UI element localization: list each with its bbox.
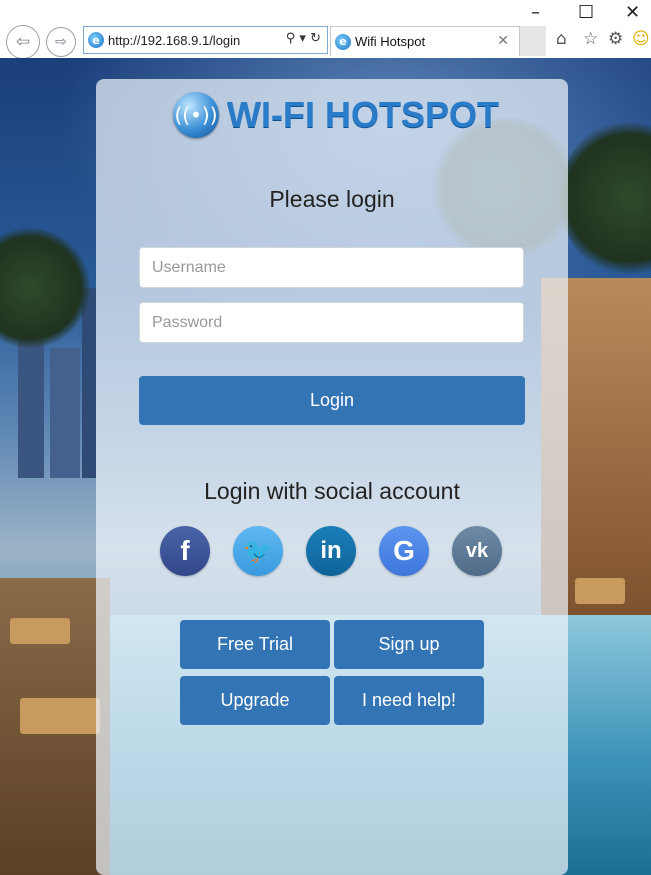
page-title: Please login: [269, 186, 395, 212]
username-input[interactable]: [139, 247, 524, 288]
logo-text: WI-FI HOTSPOT: [227, 94, 499, 135]
new-tab-button[interactable]: [520, 26, 546, 56]
vk-icon[interactable]: vk: [452, 526, 502, 576]
social-login-heading: Login with social account: [204, 478, 460, 504]
logo: ((•)) WI-FI HOTSPOT: [173, 87, 499, 143]
linkedin-icon[interactable]: in: [306, 526, 356, 576]
gear-icon[interactable]: ⚙: [608, 29, 623, 49]
forward-arrow-icon[interactable]: ⇨: [46, 27, 76, 57]
tab-title: Wifi Hotspot: [355, 34, 426, 49]
free-trial-button[interactable]: Free Trial: [180, 620, 330, 669]
twitter-icon[interactable]: 🐦: [233, 526, 283, 576]
wifi-signal-icon: ((•)): [173, 92, 219, 138]
home-icon[interactable]: ⌂: [556, 29, 567, 49]
smiley-icon[interactable]: ☺: [632, 29, 650, 49]
login-panel: ((•)) WI-FI HOTSPOT Please login Login L…: [96, 79, 568, 875]
password-input[interactable]: [139, 302, 524, 343]
tab-close-icon[interactable]: ✕: [497, 33, 509, 49]
upgrade-button[interactable]: Upgrade: [180, 676, 330, 725]
sign-up-button[interactable]: Sign up: [334, 620, 484, 669]
login-button[interactable]: Login: [139, 376, 525, 425]
help-button[interactable]: I need help!: [334, 676, 484, 725]
minimize-icon[interactable]: –: [531, 2, 540, 23]
close-window-icon[interactable]: ✕: [625, 2, 640, 23]
facebook-icon[interactable]: f: [160, 526, 210, 576]
address-url[interactable]: http://192.168.9.1/login: [108, 33, 240, 48]
browser-chrome: – ☐ ✕ ⇦ ⇨ e http://192.168.9.1/login ⚲ ▾…: [0, 0, 651, 59]
maximize-icon[interactable]: ☐: [578, 2, 594, 23]
ie-logo-icon: e: [88, 32, 104, 48]
back-arrow-icon[interactable]: ⇦: [6, 25, 40, 59]
search-refresh-icons[interactable]: ⚲ ▾ ↻: [286, 31, 321, 46]
google-icon[interactable]: G: [379, 526, 429, 576]
star-icon[interactable]: ☆: [583, 29, 598, 49]
browser-tab[interactable]: e Wifi Hotspot ✕: [330, 26, 520, 56]
address-bar[interactable]: e http://192.168.9.1/login ⚲ ▾ ↻: [83, 26, 328, 54]
ie-logo-icon: e: [335, 33, 351, 50]
